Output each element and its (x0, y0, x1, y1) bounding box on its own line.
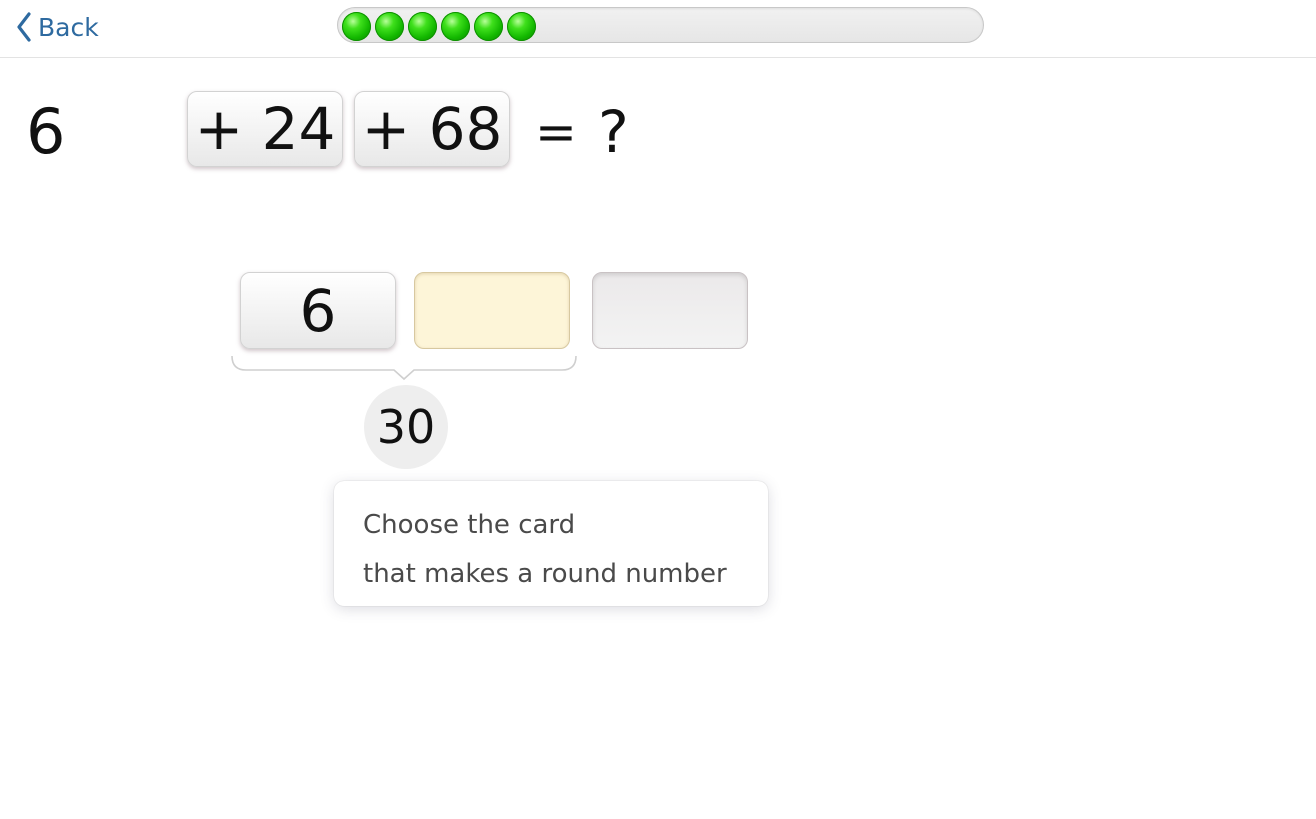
progress-dots (342, 12, 536, 41)
progress-bar (337, 7, 984, 43)
unknown-result: ? (598, 98, 629, 166)
hint-line-1: Choose the card (363, 510, 576, 540)
progress-dot-complete (507, 12, 536, 41)
progress-dot-complete (342, 12, 371, 41)
term-card-2[interactable]: + 68 (354, 91, 510, 167)
answer-slot-3[interactable] (592, 272, 748, 349)
progress-dot-complete (408, 12, 437, 41)
progress-dot-complete (375, 12, 404, 41)
hint-line-2: that makes a round number (363, 559, 727, 589)
progress-dot-complete (441, 12, 470, 41)
back-label: Back (38, 12, 99, 42)
answer-slot-2-target[interactable] (414, 272, 570, 349)
start-number: 6 (26, 95, 66, 168)
back-button[interactable]: Back (16, 8, 99, 46)
partial-sum-bubble: 30 (364, 385, 448, 469)
hint-tooltip: Choose the card that makes a round numbe… (334, 481, 768, 606)
grouping-bracket (231, 355, 577, 381)
progress-dot-complete (474, 12, 503, 41)
equals-sign: = (535, 103, 577, 161)
term-card-1[interactable]: + 24 (187, 91, 343, 167)
answer-slot-1[interactable]: 6 (240, 272, 396, 349)
app-root: Back 6 + 24 + 68 = ? 6 30 Choose the car… (0, 0, 1316, 819)
chevron-left-icon (17, 12, 31, 42)
top-bar: Back (0, 0, 1316, 58)
